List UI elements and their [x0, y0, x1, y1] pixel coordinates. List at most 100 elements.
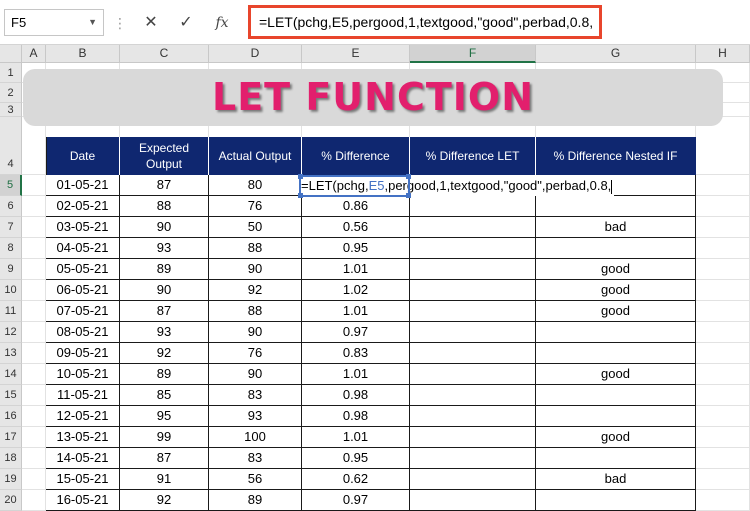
row-header-4[interactable]: 4 [0, 117, 22, 175]
cell-actual[interactable]: 56 [209, 469, 302, 490]
cell-let[interactable] [410, 322, 536, 343]
row-header-18[interactable]: 18 [0, 448, 22, 469]
cell-pct[interactable]: 0.97 [302, 490, 410, 511]
cell-actual[interactable]: 90 [209, 259, 302, 280]
cell-date[interactable]: 14-05-21 [46, 448, 120, 469]
cell-expected[interactable]: 87 [120, 301, 209, 322]
row-header-17[interactable]: 17 [0, 427, 22, 448]
cell-date[interactable]: 08-05-21 [46, 322, 120, 343]
cell-date[interactable]: 12-05-21 [46, 406, 120, 427]
header-actual-output[interactable]: Actual Output [209, 137, 302, 175]
cell-expected[interactable]: 92 [120, 490, 209, 511]
cell-pct[interactable]: 0.62 [302, 469, 410, 490]
cell-pct[interactable]: 1.01 [302, 364, 410, 385]
cell-actual[interactable]: 76 [209, 343, 302, 364]
cell-let[interactable] [410, 364, 536, 385]
cell-nested[interactable] [536, 196, 696, 217]
cell-actual[interactable]: 100 [209, 427, 302, 448]
row-header-10[interactable]: 10 [0, 280, 22, 301]
column-header-c[interactable]: C [120, 45, 209, 63]
cell-pct[interactable]: 0.83 [302, 343, 410, 364]
row-header-6[interactable]: 6 [0, 196, 22, 217]
cell-date[interactable]: 03-05-21 [46, 217, 120, 238]
cell-date[interactable]: 11-05-21 [46, 385, 120, 406]
cancel-icon[interactable]: ✕ [137, 10, 165, 36]
cell-nested[interactable]: good [536, 364, 696, 385]
cell-nested[interactable] [536, 322, 696, 343]
fill-handle-tl[interactable] [298, 174, 303, 179]
cell-nested[interactable]: bad [536, 217, 696, 238]
column-header-f[interactable]: F [410, 45, 536, 63]
cell-let[interactable] [410, 448, 536, 469]
cell-actual[interactable]: 93 [209, 406, 302, 427]
cell-date[interactable]: 05-05-21 [46, 259, 120, 280]
cell-nested[interactable] [536, 238, 696, 259]
cell-expected[interactable]: 88 [120, 196, 209, 217]
cell-expected[interactable]: 90 [120, 217, 209, 238]
cell-pct[interactable]: 0.95 [302, 448, 410, 469]
row-header-14[interactable]: 14 [0, 364, 22, 385]
cell-date[interactable]: 16-05-21 [46, 490, 120, 511]
cell-pct[interactable]: 0.97 [302, 322, 410, 343]
cell-nested[interactable] [536, 385, 696, 406]
select-all-corner[interactable] [0, 45, 22, 63]
cell-pct[interactable]: 0.95 [302, 238, 410, 259]
row-header-15[interactable]: 15 [0, 385, 22, 406]
row-header-2[interactable]: 2 [0, 83, 22, 103]
more-options-icon[interactable]: ⋮ [113, 14, 127, 32]
row-header-9[interactable]: 9 [0, 259, 22, 280]
cell-nested[interactable] [536, 490, 696, 511]
cell-expected[interactable]: 99 [120, 427, 209, 448]
cell-pct[interactable]: 0.56 [302, 217, 410, 238]
cell-nested[interactable]: good [536, 427, 696, 448]
cell-pct[interactable]: 0.86 [302, 196, 410, 217]
column-header-g[interactable]: G [536, 45, 696, 63]
cell-actual[interactable]: 83 [209, 448, 302, 469]
cell-expected[interactable]: 93 [120, 238, 209, 259]
cell-let[interactable] [410, 406, 536, 427]
cell-nested[interactable] [536, 406, 696, 427]
row-header-16[interactable]: 16 [0, 406, 22, 427]
column-header-e[interactable]: E [302, 45, 410, 63]
row-header-5[interactable]: 5 [0, 175, 22, 196]
name-box[interactable]: F5 ▼ [4, 9, 104, 36]
fill-handle-bl[interactable] [298, 193, 303, 198]
cell-let[interactable] [410, 238, 536, 259]
cell-let[interactable] [410, 196, 536, 217]
cell-date[interactable]: 01-05-21 [46, 175, 120, 196]
cell-date[interactable]: 09-05-21 [46, 343, 120, 364]
cell-let[interactable] [410, 385, 536, 406]
cell-nested[interactable] [536, 343, 696, 364]
cell-let[interactable] [410, 343, 536, 364]
cell-pct[interactable]: 1.01 [302, 259, 410, 280]
cell-let[interactable] [410, 469, 536, 490]
cell-expected[interactable]: 90 [120, 280, 209, 301]
cell-expected[interactable]: 91 [120, 469, 209, 490]
cell-let[interactable] [410, 301, 536, 322]
cell-pct[interactable]: 1.01 [302, 427, 410, 448]
cell-date[interactable]: 04-05-21 [46, 238, 120, 259]
header-expected-output[interactable]: Expected Output [120, 137, 209, 175]
cell-let[interactable] [410, 427, 536, 448]
cell-nested[interactable]: good [536, 259, 696, 280]
cell-let[interactable] [410, 490, 536, 511]
cell-pct[interactable]: 1.01 [302, 301, 410, 322]
row-header-19[interactable]: 19 [0, 469, 22, 490]
cell-expected[interactable]: 87 [120, 175, 209, 196]
row-header-1[interactable]: 1 [0, 63, 22, 83]
cell-date[interactable]: 06-05-21 [46, 280, 120, 301]
cell-actual[interactable]: 76 [209, 196, 302, 217]
cell-date[interactable]: 10-05-21 [46, 364, 120, 385]
cell-expected[interactable]: 87 [120, 448, 209, 469]
cell-pct[interactable]: 1.02 [302, 280, 410, 301]
cell-actual[interactable]: 92 [209, 280, 302, 301]
cell-nested[interactable] [536, 448, 696, 469]
cell-let[interactable] [410, 280, 536, 301]
cell-actual[interactable]: 88 [209, 301, 302, 322]
column-header-a[interactable]: A [22, 45, 46, 63]
cell-date[interactable]: 02-05-21 [46, 196, 120, 217]
cell-let[interactable] [410, 217, 536, 238]
cell-actual[interactable]: 90 [209, 364, 302, 385]
cell-actual[interactable]: 89 [209, 490, 302, 511]
cell-expected[interactable]: 85 [120, 385, 209, 406]
